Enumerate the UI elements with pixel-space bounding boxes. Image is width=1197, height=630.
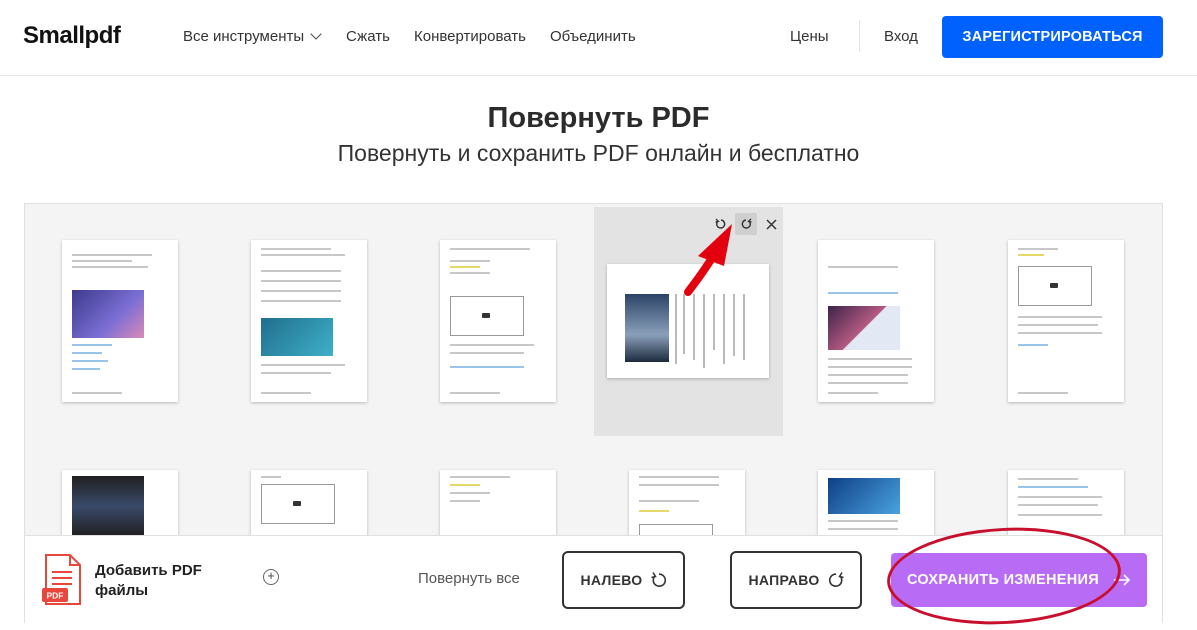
pdf-file-icon[interactable]: PDF	[42, 554, 82, 606]
logo[interactable]: Smallpdf	[23, 22, 121, 50]
rotate-all-label: Повернуть все	[418, 570, 520, 587]
page-thumbnail[interactable]	[251, 240, 367, 402]
action-bar: PDF Добавить PDF файлы + Повернуть все Н…	[24, 521, 1163, 630]
add-pdf-label[interactable]: Добавить PDF файлы	[95, 561, 225, 601]
page-thumbnail[interactable]	[1008, 240, 1124, 402]
nav-compress[interactable]: Сжать	[346, 28, 390, 45]
rotate-right-button[interactable]: НАПРАВО	[730, 551, 862, 609]
page-thumbnail[interactable]	[62, 240, 178, 402]
add-file-plus-icon[interactable]: +	[263, 569, 279, 585]
page-close-icon[interactable]	[760, 213, 782, 235]
annotation-ellipse	[884, 521, 1124, 630]
nav-merge[interactable]: Объединить	[550, 28, 636, 45]
top-nav: Smallpdf Все инструменты Сжать Конвертир…	[0, 0, 1197, 76]
nav-pricing[interactable]: Цены	[790, 28, 829, 45]
rotate-left-label: НАЛЕВО	[580, 572, 643, 588]
nav-convert[interactable]: Конвертировать	[414, 28, 526, 45]
nav-divider	[859, 20, 860, 52]
page-thumbnail[interactable]	[818, 240, 934, 402]
nav-all-tools[interactable]: Все инструменты	[183, 28, 322, 45]
annotation-arrow-icon	[684, 224, 732, 296]
nav-login[interactable]: Вход	[884, 28, 918, 45]
rotate-cw-icon	[828, 572, 844, 587]
rotate-left-button[interactable]: НАЛЕВО	[562, 551, 685, 609]
svg-text:PDF: PDF	[47, 591, 64, 601]
page-thumbnail[interactable]	[440, 240, 556, 402]
rotate-right-label: НАПРАВО	[748, 572, 820, 588]
rotate-ccw-icon	[650, 572, 666, 587]
nav-all-tools-label: Все инструменты	[183, 28, 305, 45]
page-title: Повернуть PDF	[487, 102, 710, 134]
chevron-down-icon	[310, 28, 322, 40]
page-subtitle: Повернуть и сохранить PDF онлайн и беспл…	[337, 140, 860, 166]
signup-button[interactable]: ЗАРЕГИСТРИРОВАТЬСЯ	[942, 16, 1163, 58]
